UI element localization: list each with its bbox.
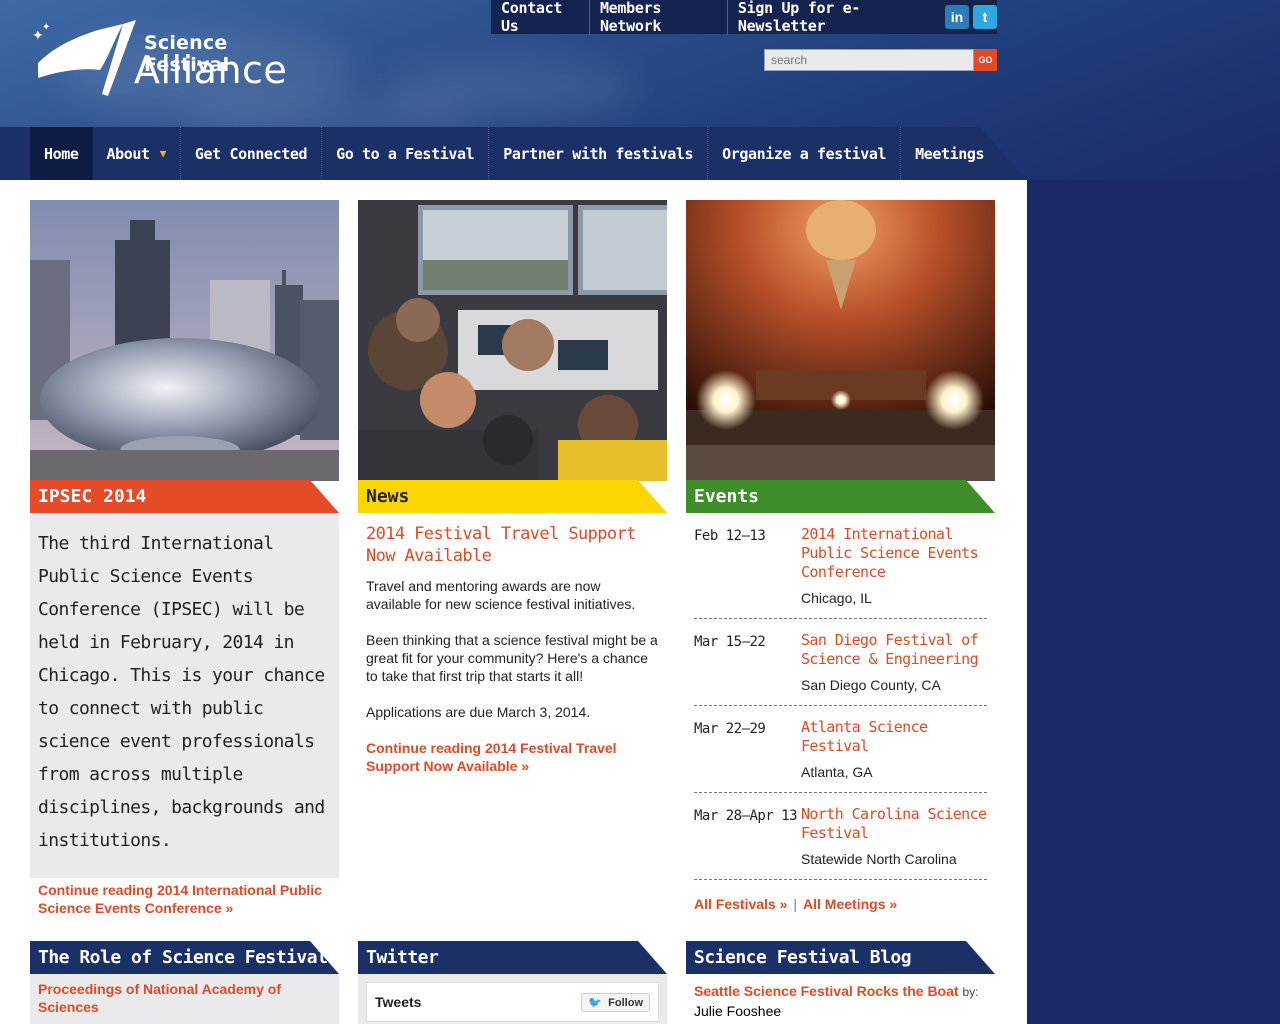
- site-logo[interactable]: ✦ ✦ Science Festival Alliance: [28, 18, 318, 100]
- ipsec-body: The third International Public Science E…: [30, 513, 339, 916]
- blog-section: Science Festival Blog Seattle Science Fe…: [686, 941, 995, 1024]
- nav-go-to-festival[interactable]: Go to a Festival: [321, 127, 488, 180]
- blog-by-label: by:: [962, 985, 979, 999]
- nav-partner[interactable]: Partner with festivals: [488, 127, 707, 180]
- flag-logo-icon: ✦ ✦: [32, 20, 136, 96]
- follow-button[interactable]: 🐦 Follow: [581, 992, 650, 1012]
- event-item: Mar 28–Apr 13 North Carolina Science Fes…: [694, 803, 987, 880]
- event-name-link[interactable]: North Carolina Science Festival: [801, 805, 987, 843]
- link-separator: |: [793, 896, 798, 912]
- event-date: Feb 12–13: [694, 528, 766, 544]
- nav-about[interactable]: About ▼: [93, 127, 180, 180]
- blog-section-title: Science Festival Blog: [686, 941, 995, 974]
- events-feature: Events Feb 12–13 2014 International Publ…: [686, 200, 995, 912]
- nav-home[interactable]: Home: [30, 127, 93, 180]
- role-section-body: Proceedings of National Academy of Scien…: [30, 974, 339, 1024]
- role-of-festivals-section: The Role of Science Festivals Proceeding…: [30, 941, 339, 1024]
- members-network-link[interactable]: Members Network: [590, 0, 728, 35]
- all-festivals-link[interactable]: All Festivals »: [694, 896, 787, 912]
- newsletter-signup-link[interactable]: Sign Up for e-Newsletter: [728, 0, 935, 35]
- twitter-bird-icon: 🐦: [588, 996, 603, 1009]
- event-name-link[interactable]: San Diego Festival of Science & Engineer…: [801, 631, 987, 669]
- events-banner[interactable]: Events: [686, 480, 995, 513]
- event-location: Statewide North Carolina: [801, 851, 957, 867]
- main-nav: Home About ▼ Get Connected Go to a Festi…: [0, 127, 1027, 180]
- news-headline-link[interactable]: 2014 Festival Travel Support Now Availab…: [366, 523, 659, 567]
- all-meetings-link[interactable]: All Meetings »: [803, 896, 897, 912]
- events-list: Feb 12–13 2014 International Public Scie…: [686, 513, 995, 912]
- event-item: Feb 12–13 2014 International Public Scie…: [694, 523, 987, 619]
- event-location: Atlanta, GA: [801, 764, 873, 780]
- search-form: GO: [764, 49, 997, 71]
- linkedin-icon[interactable]: in: [944, 5, 969, 29]
- role-section-title: The Role of Science Festivals: [30, 941, 339, 974]
- event-location: Chicago, IL: [801, 590, 872, 606]
- social-links: in t: [944, 5, 997, 29]
- news-body: 2014 Festival Travel Support Now Availab…: [358, 513, 667, 785]
- nav-get-connected[interactable]: Get Connected: [179, 127, 321, 180]
- nav-organize[interactable]: Organize a festival: [707, 127, 900, 180]
- event-item: Mar 15–22 San Diego Festival of Science …: [694, 629, 987, 706]
- svg-text:✦: ✦: [42, 22, 50, 33]
- blog-section-body: Seattle Science Festival Rocks the Boat …: [686, 974, 995, 1024]
- event-item: Mar 22–29 Atlanta Science Festival Atlan…: [694, 716, 987, 793]
- main-content: IPSEC 2014 The third International Publi…: [0, 180, 1027, 1024]
- event-footer-links: All Festivals » | All Meetings »: [694, 896, 987, 912]
- news-feature: News 2014 Festival Travel Support Now Av…: [358, 200, 667, 785]
- nav-about-label: About: [106, 144, 151, 163]
- event-location: San Diego County, CA: [801, 677, 941, 693]
- event-date: Mar 22–29: [694, 721, 766, 737]
- news-simulator-photo[interactable]: [358, 200, 667, 481]
- news-continue-link[interactable]: Continue reading 2014 Festival Travel Su…: [366, 739, 659, 775]
- contact-us-link[interactable]: Contact Us: [491, 0, 590, 35]
- ipsec-feature: IPSEC 2014 The third International Publi…: [30, 200, 339, 916]
- event-name-link[interactable]: Atlanta Science Festival: [801, 718, 987, 756]
- twitter-icon[interactable]: t: [972, 5, 997, 29]
- event-name-link[interactable]: 2014 International Public Science Events…: [801, 525, 987, 582]
- logo-text-line2: Alliance: [134, 48, 288, 92]
- news-paragraph-1: Travel and mentoring awards are now avai…: [366, 578, 636, 612]
- pnas-proceedings-link[interactable]: Proceedings of National Academy of Scien…: [38, 980, 331, 1016]
- event-date: Mar 15–22: [694, 634, 766, 650]
- caret-down-icon: ▼: [159, 147, 167, 160]
- theater-photo[interactable]: [686, 200, 995, 481]
- blog-author: Julie Fooshee: [694, 1003, 782, 1019]
- nav-meetings[interactable]: Meetings: [900, 127, 998, 180]
- search-go-button[interactable]: GO: [974, 49, 997, 71]
- event-date: Mar 28–Apr 13: [694, 808, 798, 824]
- blog-post-link[interactable]: Seattle Science Festival Rocks the Boat: [694, 983, 959, 999]
- follow-label: Follow: [608, 996, 643, 1009]
- news-paragraph-3: Applications are due March 3, 2014.: [366, 704, 591, 720]
- twitter-widget: Tweets 🐦 Follow: [358, 974, 667, 1024]
- ipsec-description: The third International Public Science E…: [38, 533, 325, 851]
- twitter-section-title: Twitter: [358, 941, 667, 974]
- blog-post-line: Seattle Science Festival Rocks the Boat …: [694, 980, 987, 1003]
- tweets-header: Tweets 🐦 Follow: [366, 982, 659, 1022]
- news-banner[interactable]: News: [358, 480, 667, 513]
- top-utility-bar: Contact Us Members Network Sign Up for e…: [491, 0, 997, 35]
- news-paragraph-2: Been thinking that a science festival mi…: [366, 632, 658, 684]
- search-input[interactable]: [764, 49, 974, 71]
- ipsec-continue-link[interactable]: Continue reading 2014 International Publ…: [38, 881, 331, 917]
- tweets-label: Tweets: [375, 994, 422, 1010]
- chicago-bean-photo[interactable]: [30, 200, 339, 481]
- twitter-section: Twitter Tweets 🐦 Follow: [358, 941, 667, 1024]
- ipsec-banner[interactable]: IPSEC 2014: [30, 480, 339, 513]
